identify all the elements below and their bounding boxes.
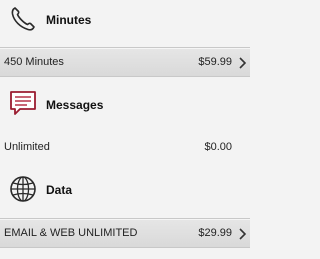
section-title-messages: Messages [46,98,104,112]
section-header-messages: Messages [0,85,250,125]
plan-row-price: $59.99 [198,56,232,68]
plan-row-messages[interactable]: Unlimited $0.00 [0,133,250,163]
globe-icon [8,174,38,204]
plan-row-data[interactable]: EMAIL & WEB UNLIMITED $29.99 [0,218,250,248]
plan-row-price: $29.99 [198,227,232,239]
section-title-minutes: Minutes [46,13,92,27]
section-header-minutes: Minutes [0,0,250,40]
phone-icon [8,4,38,34]
plan-row-minutes[interactable]: 450 Minutes $59.99 [0,47,250,77]
chevron-right-icon [238,228,248,240]
section-title-data: Data [46,183,73,197]
plan-row-label: Unlimited [4,141,50,153]
chevron-right-icon [238,57,248,69]
plan-row-label: EMAIL & WEB UNLIMITED [4,227,138,239]
plan-row-price: $0.00 [204,141,232,153]
section-header-data: Data [0,170,250,210]
message-icon [8,89,38,119]
plan-row-label: 450 Minutes [4,56,64,68]
